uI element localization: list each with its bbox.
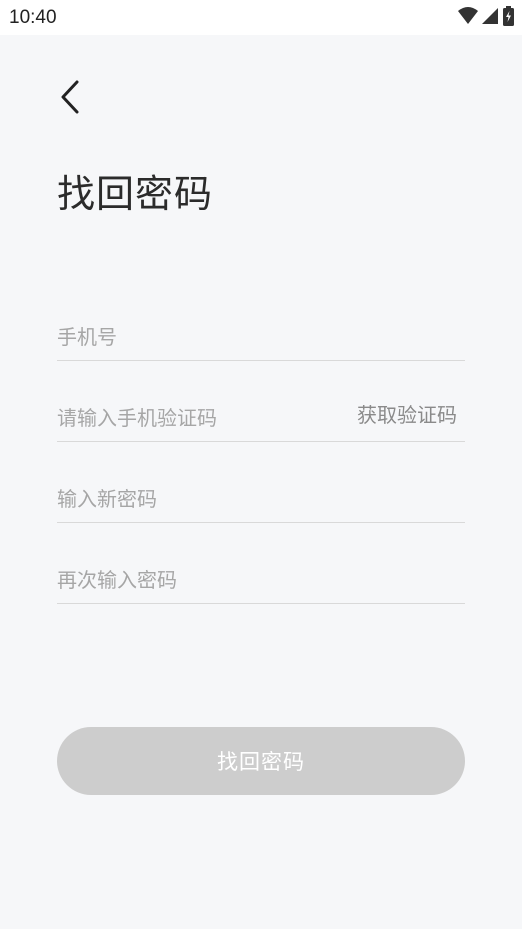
confirm-password-field	[57, 553, 465, 604]
new-password-input[interactable]	[57, 484, 457, 514]
retrieve-password-button[interactable]: 找回密码	[57, 727, 465, 795]
status-icons	[458, 6, 514, 30]
phone-field	[57, 310, 465, 361]
chevron-left-icon	[58, 79, 82, 119]
verification-code-field: 获取验证码	[57, 391, 465, 442]
battery-charging-icon	[503, 6, 514, 30]
new-password-field	[57, 472, 465, 523]
cellular-signal-icon	[482, 7, 499, 29]
status-bar: 10:40	[0, 0, 522, 35]
back-button[interactable]	[50, 78, 90, 120]
page-title: 找回密码	[57, 172, 214, 216]
verification-code-input[interactable]	[57, 403, 337, 433]
phone-input[interactable]	[57, 322, 457, 352]
get-code-button[interactable]: 获取验证码	[357, 399, 457, 428]
wifi-icon	[458, 7, 478, 29]
confirm-password-input[interactable]	[57, 565, 457, 595]
status-time: 10:40	[9, 7, 57, 28]
